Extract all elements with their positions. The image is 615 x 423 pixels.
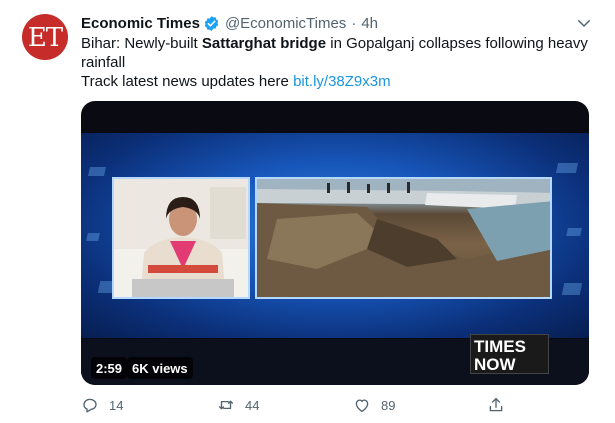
video-duration: 2:59 bbox=[91, 357, 128, 379]
tweet-text-line-3: Track latest news updates here bit.ly/38… bbox=[81, 72, 591, 91]
channel-logo: TIMES NOW bbox=[470, 334, 549, 374]
studio-tile bbox=[86, 233, 100, 241]
share-button[interactable] bbox=[487, 396, 505, 414]
reply-button[interactable]: 14 bbox=[81, 396, 123, 414]
channel-logo-bottom: NOW bbox=[474, 355, 516, 374]
tweet-actions: 14 44 89 bbox=[81, 396, 503, 420]
like-icon bbox=[355, 399, 369, 413]
retweet-count: 44 bbox=[245, 397, 260, 413]
avatar-logo-text: ET bbox=[27, 22, 63, 53]
author-name[interactable]: Economic Times bbox=[81, 15, 200, 32]
tweet-text-prefix: Bihar: Newly-built bbox=[81, 35, 202, 52]
tweet-link[interactable]: bit.ly/38Z9x3m bbox=[293, 73, 391, 90]
tweet-text-bold: Sattarghat bridge bbox=[201, 35, 327, 52]
tweet-timestamp[interactable]: 4h bbox=[361, 15, 378, 32]
tweet-text-suffix: in Gopalganj collapses following heavy bbox=[326, 35, 588, 52]
news-anchor-image bbox=[114, 179, 248, 297]
bridge-collapse-image bbox=[257, 179, 550, 297]
tweet-card[interactable]: ET Economic Times @EconomicTimes · 4h Bi… bbox=[0, 0, 615, 423]
verified-badge-icon bbox=[204, 15, 219, 31]
tweet-text-line-1: Bihar: Newly-built Sattarghat bridge in … bbox=[81, 34, 591, 53]
news-anchor-frame bbox=[112, 177, 250, 299]
channel-logo-top: TIMES bbox=[474, 337, 526, 356]
reply-icon bbox=[83, 398, 97, 413]
tweet-text-line-2: rainfall bbox=[81, 54, 126, 71]
studio-tile bbox=[88, 167, 106, 176]
author-handle[interactable]: @EconomicTimes bbox=[225, 15, 346, 32]
studio-tile bbox=[555, 163, 579, 173]
video-views: 6K views bbox=[127, 357, 193, 379]
retweet-button[interactable]: 44 bbox=[217, 396, 259, 414]
like-button[interactable]: 89 bbox=[353, 396, 395, 414]
reply-count: 14 bbox=[109, 397, 124, 413]
retweet-icon bbox=[218, 400, 234, 410]
tweet-header: Economic Times @EconomicTimes · 4h bbox=[81, 13, 378, 33]
chevron-down-icon[interactable] bbox=[575, 14, 593, 32]
header-separator: · bbox=[351, 14, 357, 32]
like-count: 89 bbox=[381, 397, 396, 413]
studio-tile bbox=[566, 228, 582, 236]
tweet-text: Bihar: Newly-built Sattarghat bridge in … bbox=[81, 34, 591, 91]
avatar[interactable]: ET bbox=[22, 14, 68, 60]
studio-tile bbox=[561, 283, 583, 295]
video-player[interactable]: TIMES NOW 2:59 6K views bbox=[81, 101, 589, 385]
bridge-collapse-frame bbox=[255, 177, 552, 299]
link-prefix: Track latest news updates here bbox=[81, 73, 294, 90]
share-icon bbox=[489, 397, 503, 412]
